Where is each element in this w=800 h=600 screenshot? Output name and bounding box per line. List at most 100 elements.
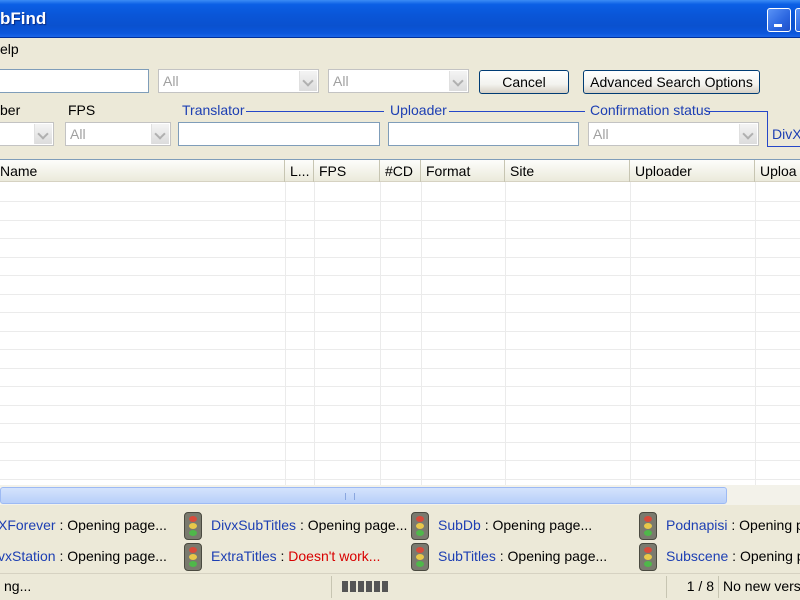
site-status: Opening pa	[739, 548, 800, 564]
category-combo[interactable]: All	[328, 69, 469, 93]
column-divider	[755, 182, 756, 486]
group-divider	[767, 111, 768, 147]
site-status-item[interactable]: DivxSubTitles : Opening page...	[211, 517, 407, 533]
site-name: ExtraTitles	[211, 548, 277, 564]
advanced-search-button[interactable]: Advanced Search Options	[583, 70, 760, 94]
chevron-down-icon[interactable]	[739, 124, 757, 144]
table-row	[0, 294, 800, 295]
traffic-light-icon	[639, 543, 657, 571]
traffic-light-icon	[184, 543, 202, 571]
uploader-input[interactable]	[388, 122, 579, 146]
title-bar: bFind	[0, 0, 800, 38]
site-name: SubTitles	[438, 548, 496, 564]
page-counter: 1 / 8	[667, 576, 719, 598]
site-status-item[interactable]: Subscene : Opening pa	[666, 548, 800, 564]
results-table[interactable]: Name L... FPS #CD Format Site Uploader U…	[0, 159, 800, 486]
separator: :	[728, 548, 740, 564]
table-row	[0, 220, 800, 221]
confirmation-label: Confirmation status	[590, 102, 711, 118]
progress-indicator	[342, 581, 388, 592]
column-header-upload-date[interactable]: Uploa	[755, 160, 800, 182]
site-status-item[interactable]: ExtraTitles : Doesn't work...	[211, 548, 380, 564]
horizontal-scrollbar[interactable]	[0, 485, 800, 505]
cancel-button[interactable]: Cancel	[479, 70, 569, 94]
column-header-format[interactable]: Format	[421, 160, 505, 182]
status-text: ng...	[0, 576, 332, 598]
search-input[interactable]	[0, 69, 149, 93]
traffic-light-icon	[639, 512, 657, 540]
separator: :	[276, 548, 289, 564]
fps-label: FPS	[68, 102, 96, 118]
translator-label: Translator	[182, 102, 245, 118]
column-header-name[interactable]: Name	[0, 160, 285, 182]
fps-combo[interactable]: All	[65, 122, 171, 146]
menu-bar: elp	[0, 38, 800, 60]
number-combo[interactable]	[0, 122, 54, 146]
language-combo[interactable]: All	[158, 69, 319, 93]
number-label: ber	[0, 102, 21, 118]
column-header-fps[interactable]: FPS	[314, 160, 380, 182]
chevron-down-icon[interactable]	[449, 71, 467, 91]
column-header-cd[interactable]: #CD	[380, 160, 421, 182]
separator: :	[495, 548, 508, 564]
group-divider	[246, 111, 384, 112]
table-row	[0, 479, 800, 480]
site-status-item[interactable]: XForever : Opening page...	[0, 517, 167, 533]
site-status-panel: XForever : Opening page... DivxSubTitles …	[0, 507, 800, 572]
chevron-down-icon[interactable]	[299, 71, 317, 91]
chevron-down-icon[interactable]	[151, 124, 169, 144]
site-status: Opening page...	[507, 548, 608, 564]
site-status: Opening page...	[67, 548, 167, 564]
progress-panel	[332, 576, 667, 598]
site-status-item[interactable]: SubTitles : Opening page...	[438, 548, 607, 564]
table-row	[0, 201, 800, 202]
column-header-site[interactable]: Site	[505, 160, 630, 182]
table-row	[0, 423, 800, 424]
table-row	[0, 349, 800, 350]
site-status: Opening page...	[307, 517, 408, 533]
table-header: Name L... FPS #CD Format Site Uploader U…	[0, 160, 800, 182]
site-status: Opening page...	[67, 517, 167, 533]
column-divider	[630, 182, 631, 486]
maximize-button[interactable]	[795, 8, 800, 32]
separator: :	[296, 517, 308, 533]
group-divider	[767, 146, 800, 147]
separator: :	[55, 548, 68, 564]
confirmation-combo[interactable]: All	[588, 122, 759, 146]
column-divider	[285, 182, 286, 486]
site-status-item[interactable]: vxStation : Opening page...	[0, 548, 167, 564]
table-row	[0, 442, 800, 443]
menu-item-help[interactable]: elp	[0, 41, 19, 57]
traffic-light-icon	[411, 512, 429, 540]
table-row	[0, 257, 800, 258]
translator-input[interactable]	[178, 122, 380, 146]
table-row	[0, 312, 800, 313]
fps-combo-value: All	[70, 126, 86, 142]
site-status-item[interactable]: SubDb : Opening page...	[438, 517, 592, 533]
table-row	[0, 368, 800, 369]
chevron-down-icon[interactable]	[34, 124, 52, 144]
site-name: vxStation	[0, 548, 56, 564]
separator: :	[480, 517, 493, 533]
column-header-uploader[interactable]: Uploader	[630, 160, 755, 182]
column-divider	[421, 182, 422, 486]
minimize-button[interactable]	[767, 8, 791, 32]
table-row	[0, 275, 800, 276]
column-divider	[380, 182, 381, 486]
group-divider	[706, 111, 768, 112]
column-header-language[interactable]: L...	[285, 160, 314, 182]
uploader-label: Uploader	[390, 102, 447, 118]
separator: :	[55, 517, 68, 533]
table-row	[0, 331, 800, 332]
site-status-item[interactable]: Podnapisi : Opening pa	[666, 517, 800, 533]
version-status: No new vers	[723, 578, 800, 594]
site-name: Subscene	[666, 548, 729, 564]
site-status: Doesn't work...	[288, 548, 381, 564]
group-divider	[449, 111, 585, 112]
category-combo-value: All	[333, 73, 349, 89]
window-title: bFind	[0, 9, 47, 28]
scrollbar-thumb[interactable]	[0, 487, 727, 504]
table-row	[0, 238, 800, 239]
site-status: Opening pa	[739, 517, 800, 533]
site-name: Podnapisi	[666, 517, 728, 533]
